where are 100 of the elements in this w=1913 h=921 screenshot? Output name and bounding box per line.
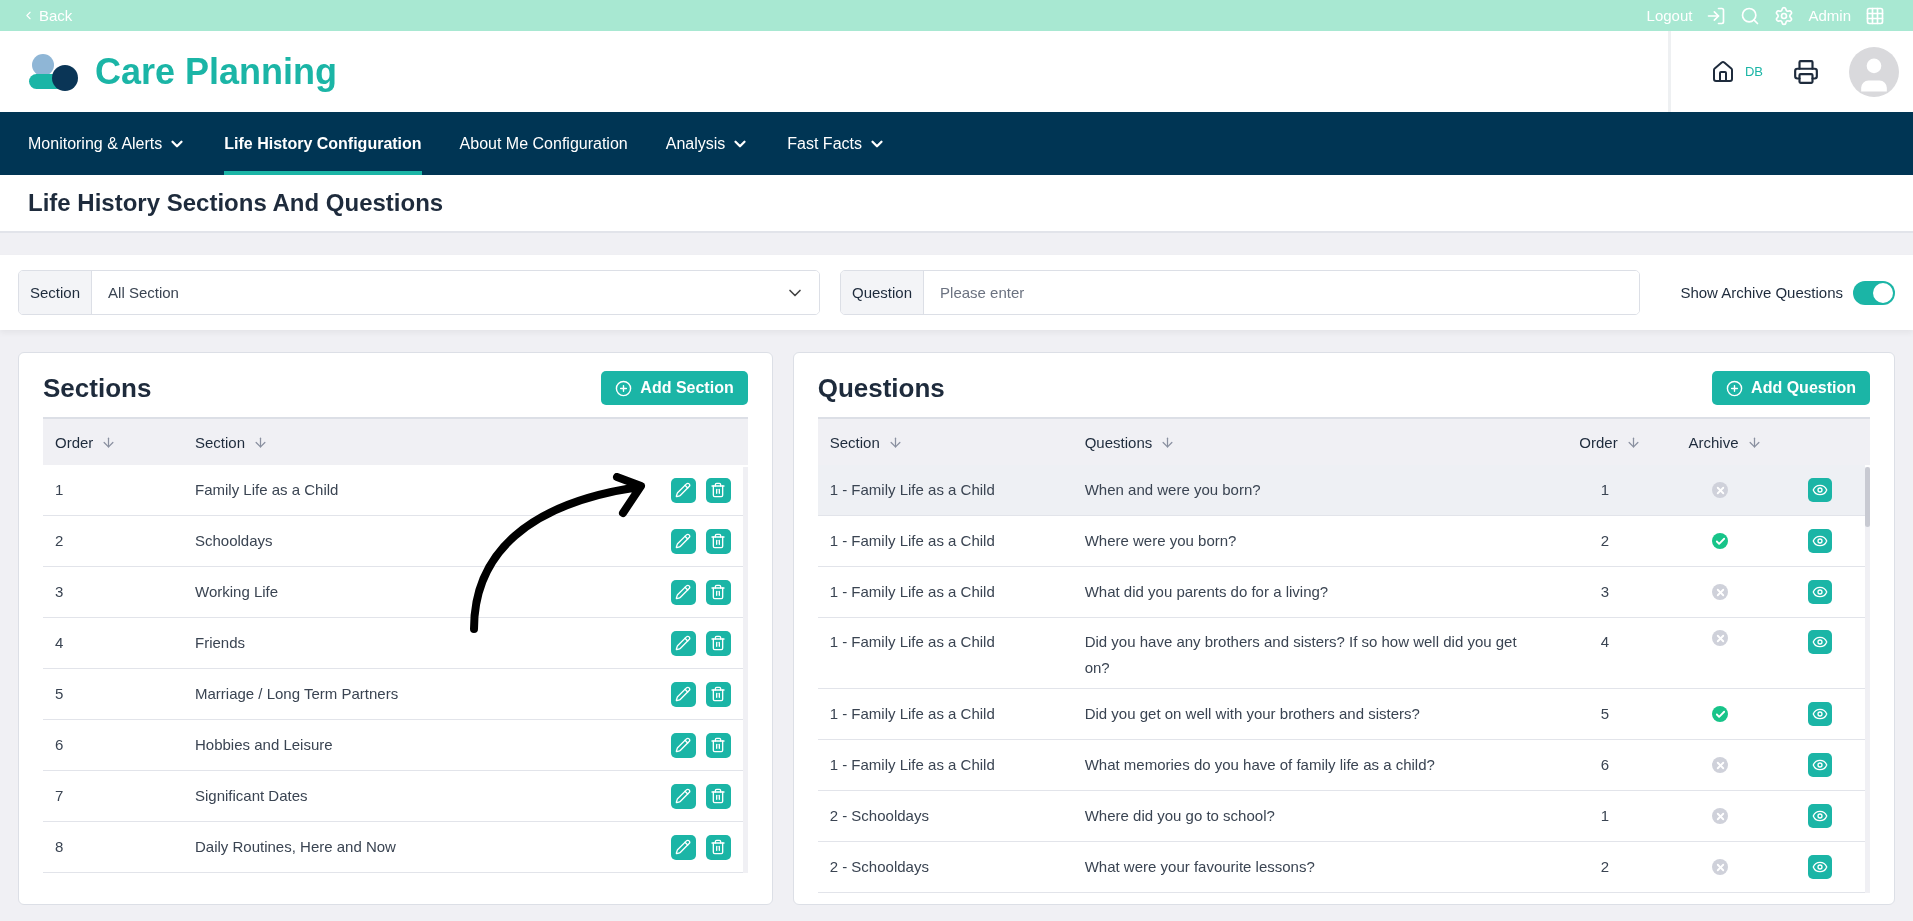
edit-button[interactable] [670,477,696,503]
trash-icon [710,686,727,702]
nav-tab[interactable]: Analysis [665,112,750,175]
logout-icon[interactable] [1706,5,1727,26]
order-cell-text: 4 [1599,632,1611,652]
eye-icon [1812,533,1828,549]
view-button[interactable] [1808,804,1832,828]
edit-button[interactable] [670,681,696,707]
delete-button[interactable] [705,630,731,656]
trash-icon [710,533,727,549]
toggle-label: Show Archive Questions [1680,284,1843,301]
question-cell-text: Did you get on well with your brothers and sisters? [1083,704,1421,725]
edit-button[interactable] [670,732,696,758]
section-cell-text: Schooldays [194,531,274,552]
pencil-icon [675,584,692,600]
pencil-icon [675,482,692,498]
section-cell-text: Hobbies and Leisure [194,735,334,756]
section-cell-text: 2 - Schooldays [828,806,930,827]
order-cell-text: 5 [54,684,65,705]
question-cell-text: What memories do you have of family life as a child? [1083,755,1436,776]
section-cell-text: Significant Dates [194,786,309,807]
home-icon [1710,59,1735,84]
scrollbar[interactable] [742,467,748,873]
sort-arrow-icon [1625,434,1641,450]
order-cell-text: 1 [1599,806,1611,827]
view-button[interactable] [1808,753,1832,777]
plus-circle-icon [615,379,633,397]
eye-icon [1812,859,1828,875]
search-icon[interactable] [1740,5,1761,26]
view-button[interactable] [1808,702,1832,726]
sort-arrow-icon [887,434,903,450]
delete-button[interactable] [705,834,731,860]
view-button[interactable] [1808,630,1832,654]
panel-title: Questions [817,372,945,404]
column-header[interactable]: Archive [1670,433,1780,451]
sort-arrow-icon [101,434,117,450]
column-header[interactable]: Section [817,433,1073,451]
question-cell-text: What were your favourite lessons? [1083,857,1316,878]
delete-button[interactable] [705,732,731,758]
order-cell-text: 1 [54,480,65,501]
delete-button[interactable] [705,681,731,707]
question-cell-text: Where did you go to school? [1083,806,1276,827]
archive-toggle[interactable] [1853,280,1895,305]
page-title: Life History Sections And Questions [28,189,444,217]
section-cell-text: 1 - Family Life as a Child [828,755,996,776]
trash-icon [710,737,727,753]
edit-button[interactable] [670,834,696,860]
column-header[interactable]: Questions [1072,433,1550,451]
eye-icon [1812,706,1828,722]
question-cell-text: When and were you born? [1083,480,1262,501]
delete-button[interactable] [705,528,731,554]
apps-grid-icon[interactable] [1865,5,1885,26]
order-cell-text: 4 [54,633,65,654]
edit-button[interactable] [670,579,696,605]
view-button[interactable] [1808,855,1832,879]
trash-icon [710,482,727,498]
edit-button[interactable] [670,528,696,554]
nav-tab[interactable]: About Me Configuration [459,112,628,175]
settings-icon[interactable] [1774,5,1795,26]
view-button[interactable] [1808,529,1832,553]
delete-button[interactable] [705,783,731,809]
column-header[interactable]: Order [1550,433,1670,451]
section-cell-text: Friends [194,633,247,654]
pencil-icon [675,839,692,855]
nav-tab[interactable]: Fast Facts [787,112,886,175]
section-cell-text: 1 - Family Life as a Child [828,480,996,501]
print-button[interactable] [1793,58,1819,85]
avatar[interactable] [1849,46,1899,97]
order-cell-text: 5 [1599,704,1611,725]
nav-tab[interactable]: Monitoring & Alerts [28,112,187,175]
eye-icon [1812,482,1828,498]
scrollbar[interactable] [1865,467,1870,893]
order-cell-text: 7 [54,786,65,807]
section-cell-text: Family Life as a Child [194,480,340,501]
column-header[interactable]: Order [43,433,183,451]
question-field[interactable]: Question Please enter [840,270,1640,315]
sort-arrow-icon [1746,434,1762,450]
section-cell-text: Daily Routines, Here and Now [194,837,397,858]
sort-arrow-icon [1160,434,1176,450]
delete-button[interactable] [705,477,731,503]
order-cell-text: 2 [1599,531,1611,552]
view-button[interactable] [1808,478,1832,502]
trash-icon [710,584,727,600]
section-select[interactable]: Section All Section [18,270,820,315]
view-button[interactable] [1808,580,1832,604]
order-cell-text: 8 [54,837,65,858]
order-cell-text: 1 [1599,480,1611,501]
plus-circle-icon [1726,379,1744,397]
trash-icon [710,839,727,855]
edit-button[interactable] [670,783,696,809]
table-row[interactable]: 1 - Family Life as a Child When and were you born? 1 [817,465,1865,516]
section-cell-text: Working Life [194,582,280,603]
delete-button[interactable] [705,579,731,605]
column-header[interactable]: Section [183,433,648,451]
order-cell-text: 2 [1599,857,1611,878]
pencil-icon [675,737,692,753]
eye-icon [1812,584,1828,600]
edit-button[interactable] [670,630,696,656]
printer-icon [1793,58,1819,85]
order-cell-text: 6 [54,735,65,756]
